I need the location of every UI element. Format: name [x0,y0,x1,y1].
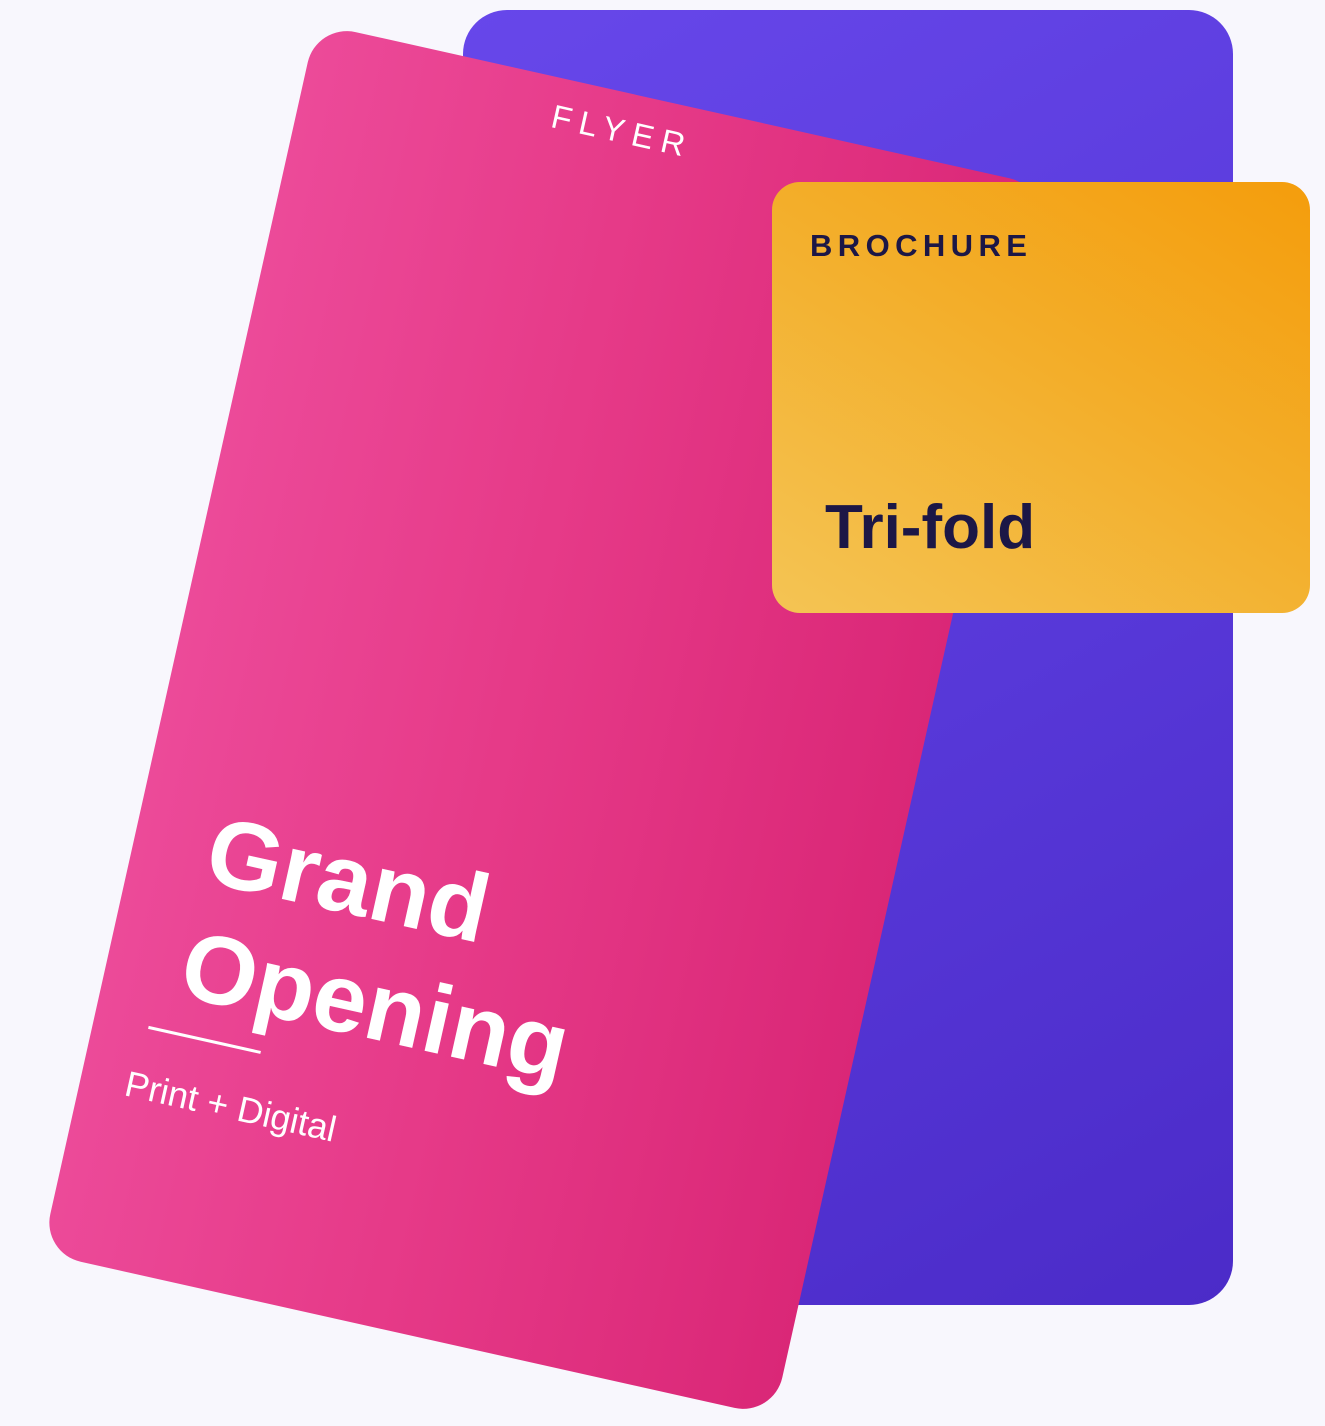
flyer-subtitle: Print + Digital [121,1062,341,1150]
brochure-card: BROCHURE Tri-fold [772,182,1310,613]
flyer-tag: FLYER [548,97,697,165]
brochure-title: Tri-fold [825,493,1036,562]
flyer-title: Grand Opening [171,791,606,1105]
brochure-tag: BROCHURE [810,228,1033,263]
